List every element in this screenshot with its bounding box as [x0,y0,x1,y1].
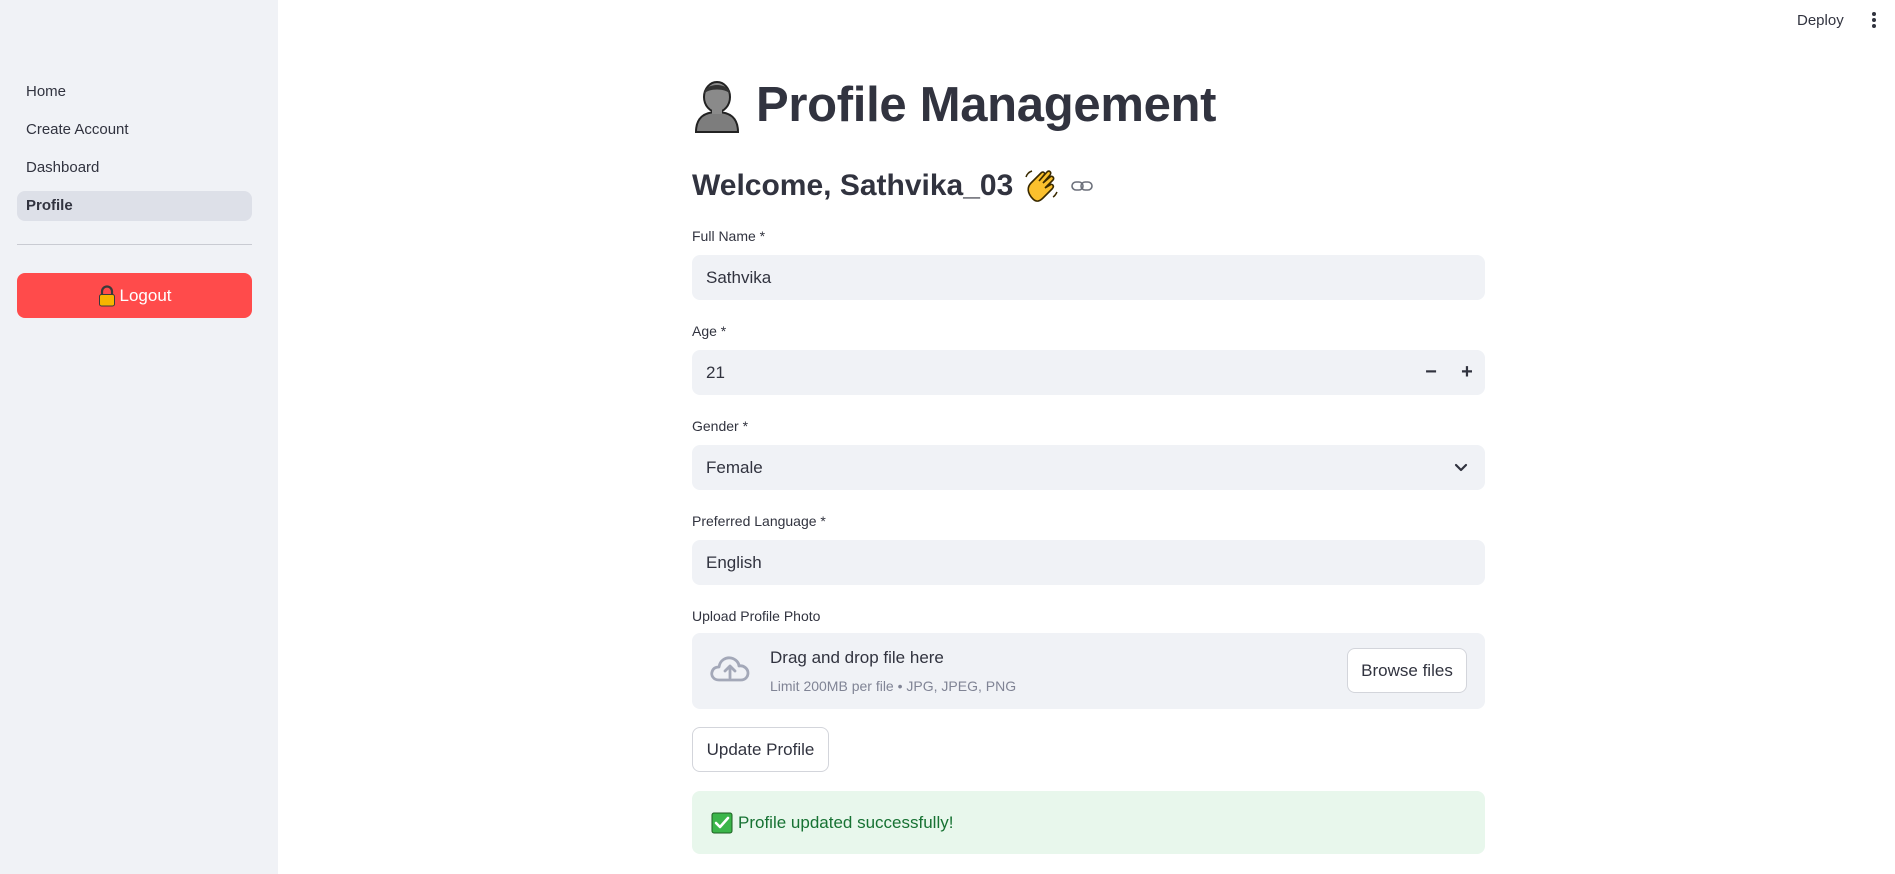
app-root: Home Create Account Dashboard Profile Lo… [0,0,1895,874]
logout-label: Logout [119,285,172,305]
gender-select[interactable]: Female [692,445,1485,490]
sidebar-item-profile[interactable]: Profile [17,191,252,221]
full-name-label: Full Name * [692,228,766,244]
sidebar-divider [17,244,252,245]
chevron-down-icon [1454,463,1468,472]
age-field-wrapper: − + [692,350,1485,395]
age-input[interactable] [706,362,1306,383]
cloud-upload-icon [710,656,750,682]
check-mark-icon [711,812,733,833]
full-name-field-wrapper [692,255,1485,300]
upload-label: Upload Profile Photo [692,608,821,624]
success-alert: Profile updated successfully! [692,791,1485,854]
dropzone-subtitle: Limit 200MB per file • JPG, JPEG, PNG [770,678,1017,694]
age-label: Age * [692,323,727,339]
full-name-input[interactable] [706,267,1306,288]
deploy-button[interactable]: Deploy [1797,10,1844,32]
kebab-menu-icon[interactable] [1868,10,1880,30]
page-title: Profile Management [756,78,1217,132]
sidebar-item-home[interactable]: Home [17,77,252,107]
success-message: Profile updated successfully! [738,812,954,832]
page-title-row: Profile Management [692,75,1217,135]
lock-icon [98,284,115,306]
language-field-wrapper [692,540,1485,585]
increment-button[interactable]: + [1449,350,1485,395]
sidebar-nav: Home Create Account Dashboard Profile [17,77,252,229]
welcome-heading: Welcome, Sathvika_03 [692,169,1014,202]
person-icon [694,81,740,133]
waving-hand-icon [1025,170,1058,202]
gender-selected-value: Female [706,457,763,477]
link-icon[interactable] [1071,179,1094,193]
welcome-row: Welcome, Sathvika_03 [692,166,1094,206]
decrement-button[interactable]: − [1413,350,1449,395]
dropzone-title: Drag and drop file here [770,648,944,667]
browse-files-button[interactable]: Browse files [1347,648,1467,693]
sidebar-item-create-account[interactable]: Create Account [17,115,252,145]
update-profile-button[interactable]: Update Profile [692,727,829,772]
file-dropzone[interactable]: Drag and drop file here Limit 200MB per … [692,633,1485,709]
sidebar-item-dashboard[interactable]: Dashboard [17,153,252,183]
age-stepper: − + [1413,350,1485,395]
language-label: Preferred Language * [692,513,826,529]
language-input[interactable] [706,552,1306,573]
gender-label: Gender * [692,418,749,434]
logout-button[interactable]: Logout [17,273,252,318]
sidebar: Home Create Account Dashboard Profile Lo… [0,0,278,874]
